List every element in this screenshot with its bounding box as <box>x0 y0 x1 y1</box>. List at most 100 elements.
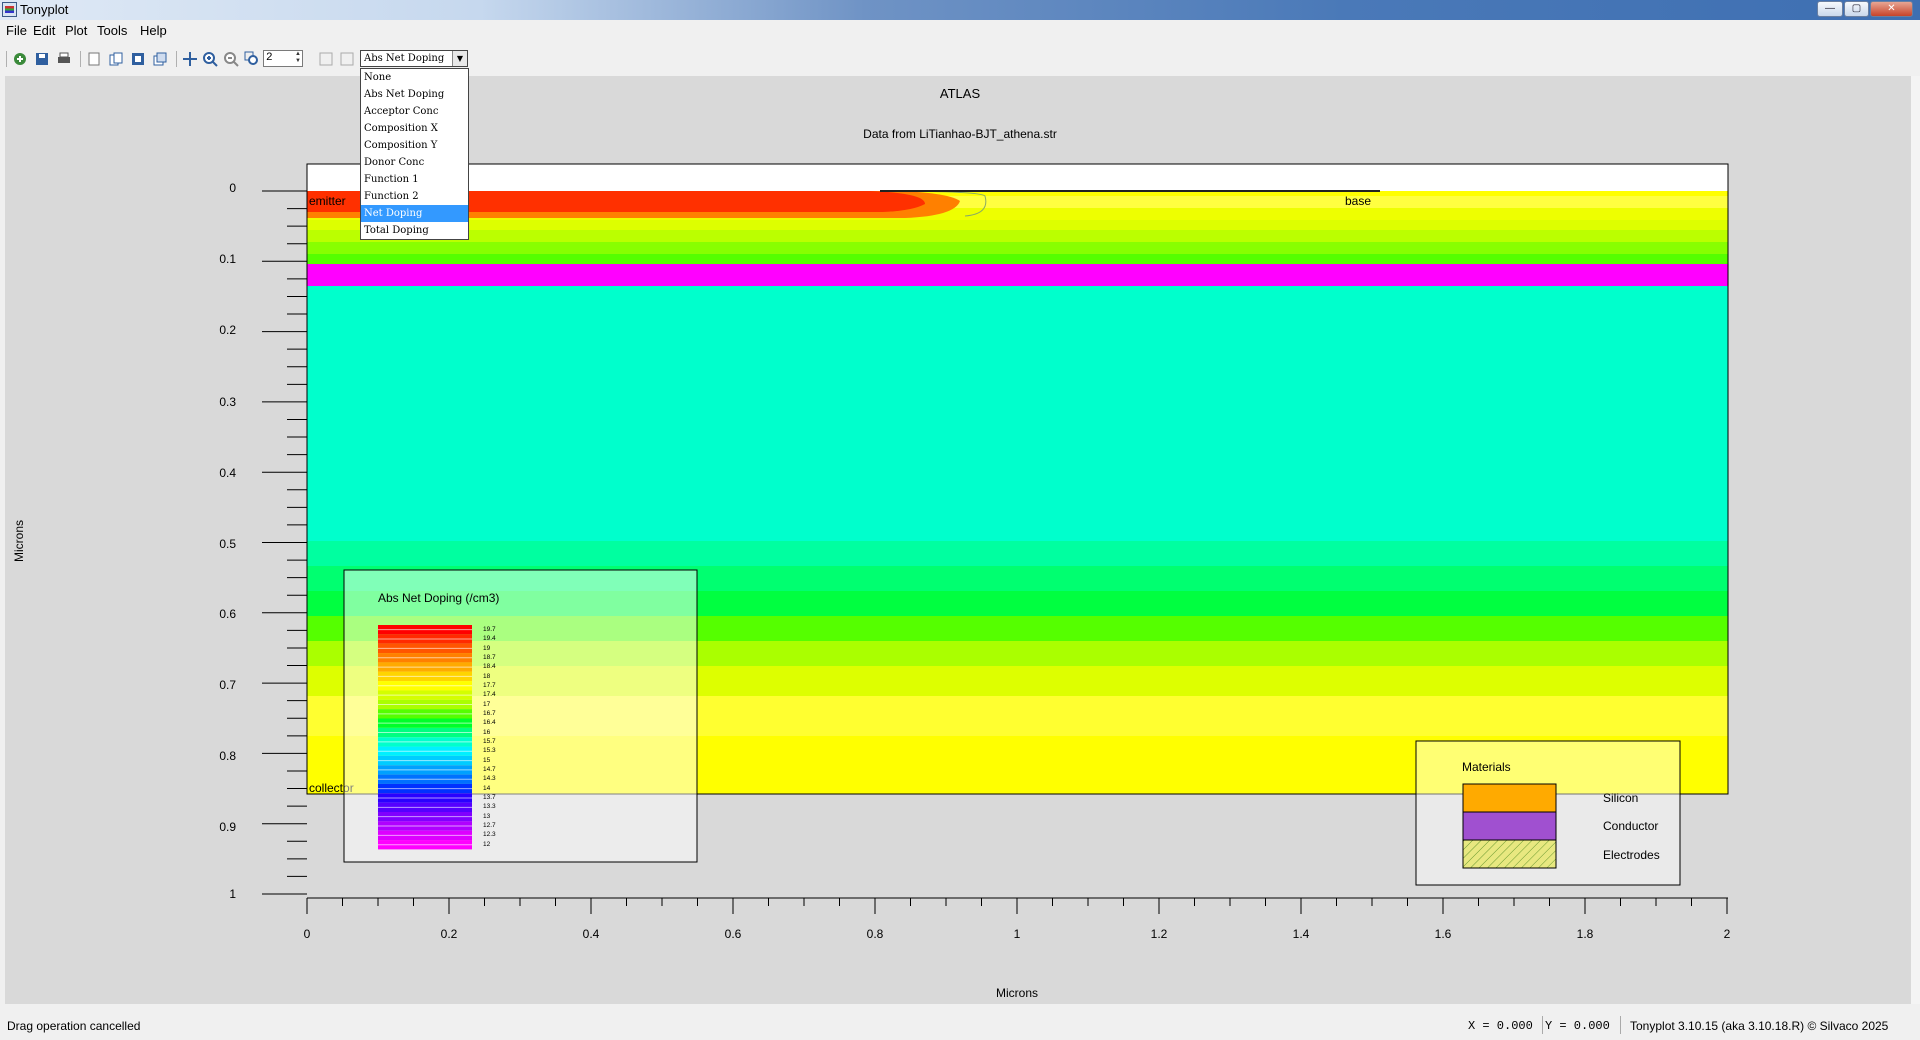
save-icon[interactable] <box>34 51 50 67</box>
print-icon[interactable] <box>56 51 72 67</box>
x-coordinate-readout: X = 0.000 <box>1468 1019 1533 1033</box>
zoom-out-icon[interactable] <box>223 51 239 67</box>
doping-value-label: 18.4 <box>483 663 496 670</box>
doping-value-label: 17.4 <box>483 691 496 698</box>
dropdown-option-net-doping[interactable]: Net Doping <box>361 205 468 222</box>
minimize-button[interactable]: — <box>1817 1 1843 17</box>
x-tick-label: 2 <box>1724 927 1731 941</box>
y-tick-label: 0.9 <box>219 820 236 834</box>
oxide-air-region <box>307 164 1728 191</box>
electrodes-label: Electrodes <box>1603 848 1660 862</box>
doping-color-scale <box>378 625 472 850</box>
doping-value-label: 14.7 <box>483 766 496 773</box>
doping-value-label: 15.7 <box>483 738 496 745</box>
status-separator <box>1542 1016 1543 1034</box>
x-tick-label: 1.8 <box>1577 927 1594 941</box>
maximize-button[interactable]: ▢ <box>1844 1 1869 17</box>
emitter-label: emitter <box>309 194 346 208</box>
menu-tools[interactable]: Tools <box>97 23 127 38</box>
dropdown-option-none[interactable]: None <box>361 69 468 86</box>
menu-help[interactable]: Help <box>140 23 167 38</box>
y-tick-label: 0.2 <box>219 323 236 337</box>
x-axis-title: Microns <box>996 986 1038 1000</box>
new-plot-icon[interactable] <box>86 51 102 67</box>
doping-band <box>307 230 1728 242</box>
dropdown-option-acceptor-conc[interactable]: Acceptor Conc <box>361 103 468 120</box>
doping-value-label: 12 <box>483 841 491 848</box>
doping-band <box>307 242 1728 254</box>
doping-value-label: 14 <box>483 785 491 792</box>
doping-value-label: 14.3 <box>483 775 496 782</box>
toolbar-separator <box>176 51 177 67</box>
y-tick-label: 0.6 <box>219 607 236 621</box>
doping-value-label: 16.7 <box>483 710 496 717</box>
status-separator <box>1620 1016 1621 1034</box>
next-icon[interactable] <box>339 51 355 67</box>
y-tick-label: 0.3 <box>219 395 236 409</box>
conductor-label: Conductor <box>1603 819 1658 833</box>
dropdown-option-composition-x[interactable]: Composition X <box>361 120 468 137</box>
pan-icon[interactable] <box>182 51 198 67</box>
doping-value-label: 17 <box>483 701 491 708</box>
x-tick-marks <box>306 898 1728 914</box>
silicon-swatch <box>1462 783 1557 813</box>
copy-plot-icon[interactable] <box>108 51 124 67</box>
overlay-icon[interactable] <box>130 51 146 67</box>
doping-value-label: 19.4 <box>483 635 496 642</box>
y-tick-label: 0.1 <box>219 252 236 266</box>
menu-plot[interactable]: Plot <box>65 23 87 38</box>
chevron-down-icon[interactable]: ▼ <box>452 51 467 66</box>
doping-value-label: 18 <box>483 673 491 680</box>
dropdown-option-total-doping[interactable]: Total Doping <box>361 222 468 239</box>
quantity-select-value: Abs Net Doping <box>364 53 445 64</box>
x-tick-label: 0.8 <box>867 927 884 941</box>
electrodes-swatch <box>1462 839 1557 869</box>
doping-value-label: 13 <box>483 813 491 820</box>
doping-value-label: 16.4 <box>483 719 496 726</box>
base-label: base <box>1345 194 1371 208</box>
doping-value-label: 12.7 <box>483 822 496 829</box>
menu-file[interactable]: File <box>6 23 27 38</box>
zoom-spinner[interactable]: ▲ ▼ <box>295 51 303 66</box>
y-tick-label: 0.5 <box>219 537 236 551</box>
menu-edit[interactable]: Edit <box>33 23 55 38</box>
quantity-select[interactable]: Abs Net Doping ▼ <box>360 50 468 67</box>
toolbar: 2 ▲ ▼ Abs Net Doping ▼ <box>0 46 1920 70</box>
dropdown-option-function-2[interactable]: Function 2 <box>361 188 468 205</box>
doping-value-label: 16 <box>483 729 491 736</box>
previous-icon[interactable] <box>318 51 334 67</box>
doping-value-label: 19.7 <box>483 626 496 633</box>
close-button[interactable]: ✕ <box>1870 1 1913 17</box>
doping-band <box>307 220 1728 230</box>
x-tick-label: 0.4 <box>583 927 600 941</box>
doping-plot[interactable]: ATLAS Data from LiTianhao-BJT_athena.str <box>5 76 1911 1004</box>
toolbar-separator <box>80 51 81 67</box>
title-bar: Tonyplot — ▢ ✕ <box>0 0 1920 20</box>
y-tick-label: 0.8 <box>219 749 236 763</box>
doping-value-label: 12.3 <box>483 831 496 838</box>
x-tick-label: 1.4 <box>1293 927 1310 941</box>
zoom-in-icon[interactable] <box>202 51 218 67</box>
doping-value-label: 19 <box>483 645 491 652</box>
tonyplot-app-icon <box>2 2 17 17</box>
dropdown-option-donor-conc[interactable]: Donor Conc <box>361 154 468 171</box>
menu-bar: File Edit Plot Tools Help <box>0 20 1920 40</box>
materials-legend[interactable]: Materials Silicon Conductor Electrodes <box>1415 740 1681 886</box>
dropdown-option-function-1[interactable]: Function 1 <box>361 171 468 188</box>
dropdown-option-abs-net-doping[interactable]: Abs Net Doping <box>361 86 468 103</box>
doping-value-label: 13.3 <box>483 803 496 810</box>
doping-legend[interactable]: Abs Net Doping (/cm3) 19.7 19.4 19 18.7 … <box>343 569 698 863</box>
conductor-layer <box>307 264 1728 286</box>
dropdown-option-composition-y[interactable]: Composition Y <box>361 137 468 154</box>
stack-icon[interactable] <box>152 51 168 67</box>
zoom-box-icon[interactable] <box>244 51 260 67</box>
quantity-dropdown-list: None Abs Net Doping Acceptor Conc Compos… <box>360 68 469 240</box>
plot-panel[interactable]: ATLAS Data from LiTianhao-BJT_athena.str <box>5 76 1911 1004</box>
doping-value-label: 15.3 <box>483 747 496 754</box>
right-edge-strip <box>1911 76 1920 1004</box>
y-axis-title: Microns <box>12 520 26 562</box>
x-tick-label: 0.2 <box>441 927 458 941</box>
load-icon[interactable] <box>12 51 28 67</box>
window-title: Tonyplot <box>20 2 69 17</box>
x-tick-label: 0 <box>304 927 311 941</box>
